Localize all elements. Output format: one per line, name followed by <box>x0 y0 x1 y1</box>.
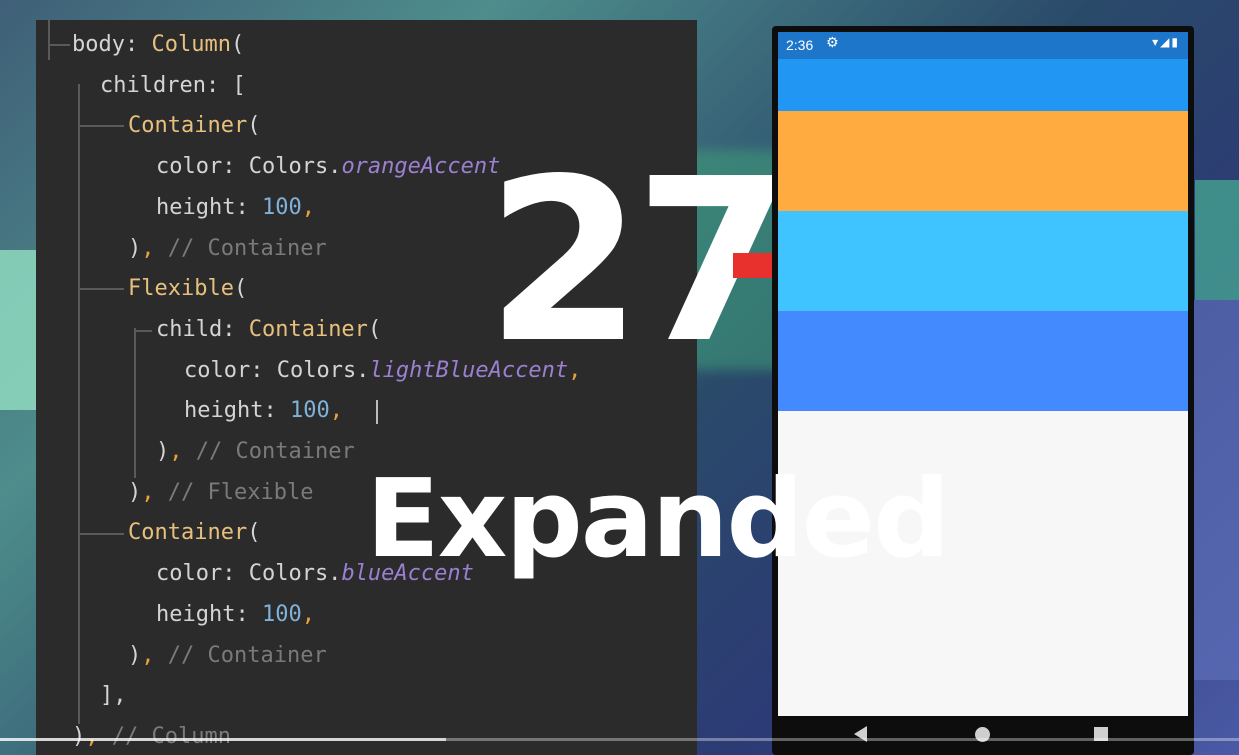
phone-emulator: 2:36 ⚙ ▾◢▮ <box>772 26 1194 755</box>
light-blue-accent-container <box>778 211 1188 311</box>
code-token: ) <box>72 723 86 749</box>
code-token: ) <box>156 439 170 464</box>
code-line[interactable]: ), // Container <box>156 432 355 472</box>
code-token: , <box>141 479 168 505</box>
code-token: // Container <box>195 439 355 464</box>
code-line[interactable]: child: Container( <box>156 310 381 350</box>
indent-guide <box>134 328 136 478</box>
code-token: , <box>141 235 168 261</box>
code-token: // Container <box>167 642 327 668</box>
indent-guide <box>48 44 70 46</box>
code-line[interactable]: ], <box>100 676 127 716</box>
code-token: , <box>301 601 315 627</box>
code-token: color: Colors. <box>156 561 342 587</box>
code-token: height: <box>184 398 290 424</box>
code-line[interactable]: body: Column( <box>72 25 244 65</box>
code-token: , <box>301 194 315 220</box>
video-progress-fill <box>0 738 447 741</box>
text-cursor <box>376 400 378 424</box>
code-token: height: <box>156 194 262 220</box>
code-token: , <box>85 723 112 749</box>
indent-guide <box>48 20 50 60</box>
code-token: 100 <box>261 601 302 627</box>
code-line[interactable]: height: 100, <box>156 188 315 228</box>
orange-accent-container <box>778 111 1188 211</box>
indent-guide <box>78 125 124 127</box>
indent-guide <box>78 84 80 724</box>
code-token: , <box>329 398 343 424</box>
code-token: Container <box>128 113 248 139</box>
code-line[interactable]: Container( <box>128 513 260 553</box>
indent-guide <box>134 330 152 332</box>
code-token: 100 <box>289 398 330 424</box>
code-token: orangeAccent <box>341 154 501 180</box>
code-token: ( <box>233 276 248 302</box>
indent-guide <box>78 533 124 535</box>
topic-title: Expanded <box>366 457 950 582</box>
code-token: color: Colors. <box>156 154 342 180</box>
video-progress-bar[interactable] <box>0 738 1239 741</box>
code-token: ( <box>247 113 261 139</box>
code-token: ) <box>128 235 142 261</box>
code-token: ( <box>367 316 382 342</box>
code-token: Container <box>248 316 368 342</box>
code-token: child: <box>156 316 249 342</box>
code-token: , <box>141 642 168 668</box>
code-token: height: <box>156 601 262 627</box>
code-token: ) <box>128 479 142 505</box>
status-time: 2:36 <box>786 37 814 53</box>
code-token: Container <box>128 520 248 546</box>
code-token: ) <box>128 642 142 668</box>
code-token: Flexible <box>128 276 234 302</box>
code-line[interactable]: children: [ <box>100 66 246 106</box>
code-token: ( <box>247 520 261 546</box>
code-token: // Container <box>167 235 327 261</box>
code-token: // Column <box>111 723 231 749</box>
code-line[interactable]: height: 100, <box>184 391 343 431</box>
code-token: Column <box>151 32 231 57</box>
code-token: ( <box>230 32 245 57</box>
code-line[interactable]: color: Colors.orangeAccent <box>156 147 500 187</box>
code-line[interactable]: ), // Flexible <box>128 473 313 513</box>
code-line[interactable]: height: 100, <box>156 595 315 635</box>
code-token: children: [ <box>100 72 246 98</box>
status-bar: 2:36 ⚙ ▾◢▮ <box>778 32 1188 59</box>
code-line[interactable]: ), // Column <box>72 717 231 755</box>
code-line[interactable]: Flexible( <box>128 269 247 309</box>
wifi-signal-battery-icon: ▾◢▮ <box>1152 35 1180 49</box>
code-line[interactable]: ), // Container <box>128 229 327 269</box>
code-token: // Flexible <box>167 479 314 505</box>
code-token: color: Colors. <box>184 357 370 383</box>
code-line[interactable]: ), // Container <box>128 636 327 676</box>
code-line[interactable]: Container( <box>128 106 260 146</box>
background-blob <box>1195 180 1239 300</box>
app-bar <box>778 59 1188 111</box>
indent-guide <box>78 288 124 290</box>
code-token: , <box>169 439 196 464</box>
code-token: ], <box>100 683 127 709</box>
code-token: body: <box>72 32 152 57</box>
settings-gear-icon: ⚙ <box>826 35 839 51</box>
android-nav-bar <box>778 716 1188 755</box>
blue-accent-container <box>778 311 1188 411</box>
code-token: 100 <box>261 194 302 220</box>
